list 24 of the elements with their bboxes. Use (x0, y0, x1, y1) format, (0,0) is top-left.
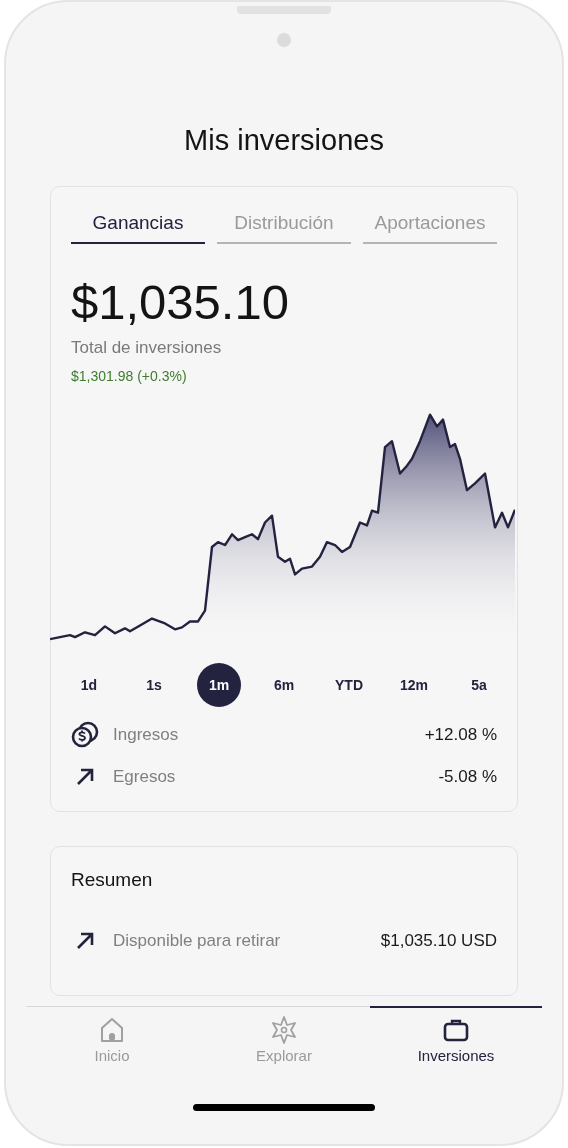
period-button[interactable]: 1m (197, 663, 241, 707)
period-button[interactable]: YTD (327, 663, 371, 707)
coins-icon (71, 721, 99, 749)
summary-value: $1,035.10 USD (380, 931, 497, 951)
summary-label: Disponible para retirar (113, 931, 282, 951)
page-title: Mis inversiones (184, 123, 384, 158)
nav-item[interactable]: Inversiones (370, 1006, 542, 1074)
phone-camera (277, 33, 291, 47)
period-button[interactable]: 1d (67, 663, 111, 707)
home-icon (98, 1016, 126, 1044)
stat-label: Ingresos (113, 725, 180, 745)
stat-value: -5.08 % (438, 767, 497, 787)
period-button[interactable]: 5a (457, 663, 501, 707)
compass-icon (270, 1016, 298, 1044)
stat-value: +12.08 % (424, 725, 497, 745)
period-button[interactable]: 6m (262, 663, 306, 707)
tab[interactable]: Ganancias (71, 212, 205, 244)
stat-label: Egresos (113, 767, 177, 787)
summary-title: Resumen (71, 869, 154, 891)
total-amount: $1,035.10 (71, 274, 290, 330)
period-button[interactable]: 12m (392, 663, 436, 707)
period-button[interactable]: 1s (132, 663, 176, 707)
amount-caption: Total de inversiones (71, 338, 223, 358)
change-value: $1,301.98 (+0.3%) (71, 368, 188, 384)
